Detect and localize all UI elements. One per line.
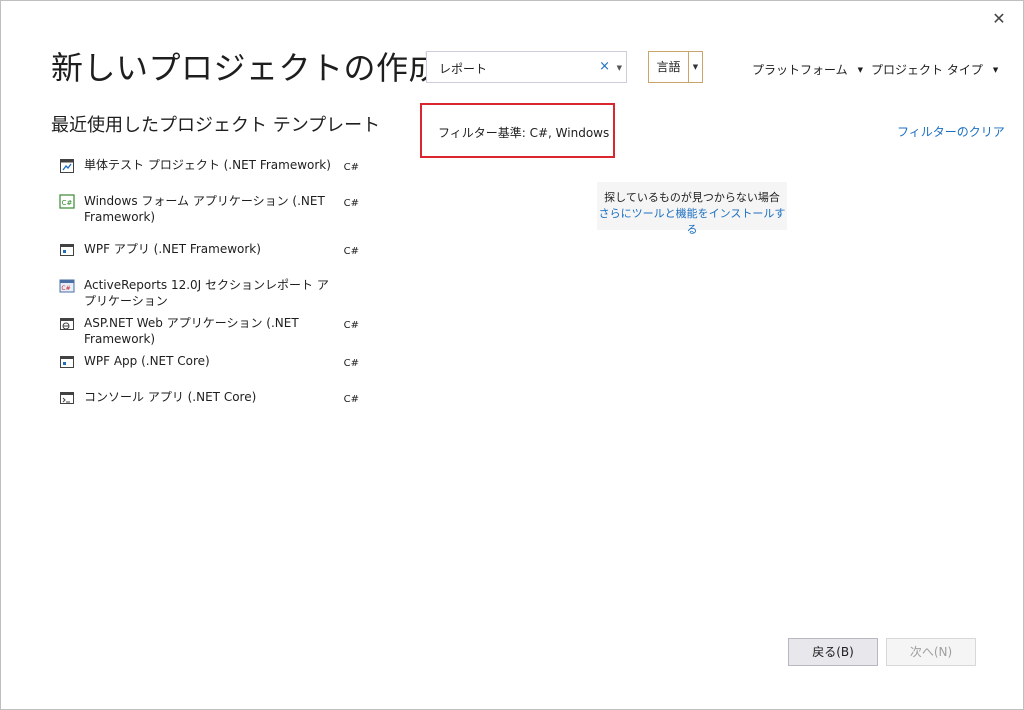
close-button[interactable]: ✕ [989, 9, 1009, 29]
close-icon[interactable]: ✕ [992, 9, 1005, 28]
applied-filter-text: フィルター基準: C#, Windows [438, 126, 610, 140]
not-found-hint: 探しているものが見つからない場合 さらにツールと機能をインストールする [597, 182, 787, 236]
wpf-app-core-icon [59, 354, 75, 370]
console-app-icon [59, 390, 75, 406]
windows-forms-icon: C# [59, 194, 75, 210]
page-title: 新しいプロジェクトの作成 [51, 49, 442, 87]
recent-item-label: コンソール アプリ (.NET Core) [84, 390, 257, 404]
language-tag: C# [343, 198, 359, 209]
clear-search-icon[interactable]: × [599, 59, 610, 74]
recent-item-label: WPF アプリ (.NET Framework) [84, 242, 261, 256]
project-type-filter-label[interactable]: プロジェクト タイプ [871, 63, 983, 77]
recent-item-activereports[interactable]: C# ActiveReports 12.0J セクションレポート アプリケーショ… [59, 271, 369, 309]
search-input[interactable]: レポート [439, 60, 487, 77]
svg-text:C#: C# [62, 199, 73, 207]
language-tag: C# [343, 162, 359, 173]
recent-item-label: 単体テスト プロジェクト (.NET Framework) [84, 158, 331, 172]
not-found-hint-text: 探しているものが見つからない場合 [604, 191, 780, 204]
clear-filter-link[interactable]: フィルターのクリア [897, 123, 1005, 140]
language-tag: C# [343, 394, 359, 405]
back-button[interactable]: 戻る(B) [788, 638, 878, 666]
recent-templates-heading: 最近使用したプロジェクト テンプレート [51, 115, 381, 136]
language-tag: C# [343, 320, 359, 331]
applied-filter-highlight: フィルター基準: C#, Windows [420, 103, 615, 158]
platform-filter-label[interactable]: プラットフォーム [752, 63, 848, 77]
recent-item-windows-forms[interactable]: C# Windows フォーム アプリケーション (.NET Framework… [59, 187, 369, 235]
recent-templates-list: 単体テスト プロジェクト (.NET Framework) C# C# Wind… [59, 151, 369, 419]
chevron-down-icon[interactable]: ▼ [858, 66, 863, 74]
svg-text:C#: C# [61, 285, 70, 292]
recent-item-unit-test[interactable]: 単体テスト プロジェクト (.NET Framework) C# [59, 151, 369, 187]
install-more-tools-link[interactable]: さらにツールと機能をインストールする [597, 206, 787, 238]
language-tag: C# [343, 246, 359, 257]
wpf-app-icon [59, 242, 75, 258]
template-search-box[interactable]: レポート × ▼ [426, 51, 627, 83]
activereports-icon: C# [59, 278, 75, 294]
chevron-down-icon[interactable]: ▼ [993, 66, 998, 74]
recent-item-label: Windows フォーム アプリケーション (.NET Framework) [84, 194, 325, 224]
chevron-down-icon[interactable]: ▼ [689, 52, 702, 82]
next-button: 次へ(N) [886, 638, 976, 666]
recent-item-label: WPF App (.NET Core) [84, 354, 210, 368]
unit-test-icon [59, 158, 75, 174]
language-filter-button[interactable]: 言語 ▼ [648, 51, 703, 83]
recent-item-label: ActiveReports 12.0J セクションレポート アプリケーション [84, 278, 329, 308]
recent-item-wpf-core[interactable]: WPF App (.NET Core) C# [59, 347, 369, 383]
search-history-dropdown-icon[interactable]: ▼ [617, 64, 622, 72]
recent-item-console-core[interactable]: コンソール アプリ (.NET Core) C# [59, 383, 369, 419]
recent-item-wpf-framework[interactable]: WPF アプリ (.NET Framework) C# [59, 235, 369, 271]
language-filter-label[interactable]: 言語 [649, 52, 689, 82]
language-tag: C# [343, 358, 359, 369]
create-project-dialog: ✕ 新しいプロジェクトの作成 最近使用したプロジェクト テンプレート 単体テスト… [0, 0, 1024, 710]
recent-item-aspnet[interactable]: ASP.NET Web アプリケーション (.NET Framework) C# [59, 309, 369, 347]
aspnet-web-icon [59, 316, 75, 332]
recent-item-label: ASP.NET Web アプリケーション (.NET Framework) [84, 316, 299, 346]
project-type-filter-dropdown[interactable]: プロジェクト タイプ ▼ [871, 61, 998, 78]
platform-filter-dropdown[interactable]: プラットフォーム ▼ [752, 61, 863, 78]
